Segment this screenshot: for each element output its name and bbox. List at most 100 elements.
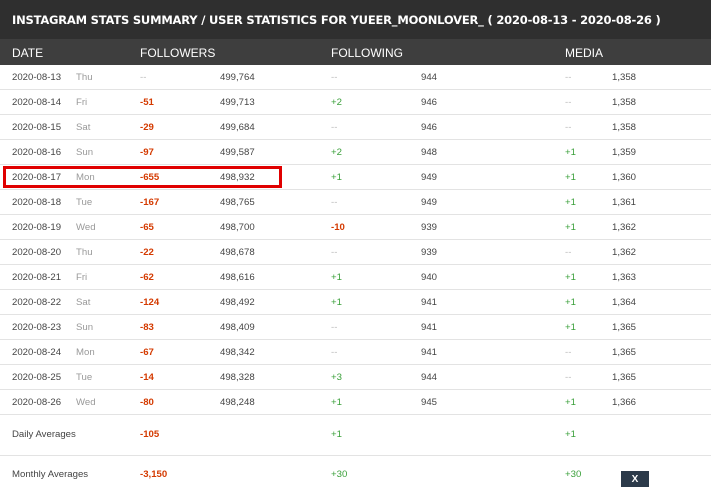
row-following-change: -10 xyxy=(331,222,345,233)
daily-media-average: +1 xyxy=(565,429,576,440)
table-row: 2020-08-15 Sat -29 499,684 -- 946 -- 1,358 xyxy=(0,115,711,140)
table-row: 2020-08-22 Sat -124 498,492 +1 941 +1 1,364 xyxy=(0,290,711,315)
monthly-averages-row: Monthly Averages -3,150 +30 +30 xyxy=(0,456,711,497)
row-followers-total: 499,713 xyxy=(220,97,255,108)
table-row: 2020-08-13 Thu -- 499,764 -- 944 -- 1,358 xyxy=(0,65,711,90)
row-media-total: 1,365 xyxy=(612,372,637,383)
stats-table-body: 2020-08-13 Thu -- 499,764 -- 944 -- 1,358 2020-0… xyxy=(0,65,711,415)
row-followers-change: -97 xyxy=(140,147,154,158)
row-following-change: +3 xyxy=(331,372,342,383)
monthly-media-average: +30 xyxy=(565,469,582,480)
row-date: 2020-08-15 xyxy=(12,122,62,133)
row-followers-total: 498,342 xyxy=(220,347,255,358)
row-media-change: +1 xyxy=(565,147,576,158)
row-media-change: +1 xyxy=(565,272,576,283)
table-row: 2020-08-21 Fri -62 498,616 +1 940 +1 1,363 xyxy=(0,265,711,290)
row-followers-total: 499,764 xyxy=(220,72,255,83)
row-date: 2020-08-23 xyxy=(12,322,62,333)
row-following-change: +1 xyxy=(331,397,342,408)
row-followers-total: 498,765 xyxy=(220,197,255,208)
table-row: 2020-08-26 Wed -80 498,248 +1 945 +1 1,366 xyxy=(0,390,711,415)
row-following-total: 948 xyxy=(421,147,438,158)
row-following-total: 949 xyxy=(421,197,438,208)
row-followers-change: -83 xyxy=(140,322,154,333)
row-day: Mon xyxy=(76,347,95,358)
column-header-following: FOLLOWING xyxy=(331,46,404,60)
row-date: 2020-08-25 xyxy=(12,372,62,383)
table-row: 2020-08-20 Thu -22 498,678 -- 939 -- 1,362 xyxy=(0,240,711,265)
row-following-change: +2 xyxy=(331,97,342,108)
row-media-change: +1 xyxy=(565,222,576,233)
row-date: 2020-08-24 xyxy=(12,347,62,358)
row-media-change: +1 xyxy=(565,172,576,183)
column-header-followers: FOLLOWERS xyxy=(140,46,216,60)
row-followers-total: 498,409 xyxy=(220,322,255,333)
row-day: Thu xyxy=(76,72,93,83)
row-followers-change: -124 xyxy=(140,297,160,308)
row-date: 2020-08-21 xyxy=(12,272,62,283)
row-following-total: 944 xyxy=(421,72,438,83)
page-title: INSTAGRAM STATS SUMMARY / USER STATISTIC… xyxy=(0,0,711,39)
row-day: Sun xyxy=(76,322,94,333)
table-row: 2020-08-18 Tue -167 498,765 -- 949 +1 1,361 xyxy=(0,190,711,215)
row-followers-total: 499,684 xyxy=(220,122,255,133)
close-button-label: X xyxy=(631,473,639,485)
row-followers-total: 498,248 xyxy=(220,397,255,408)
table-row: 2020-08-14 Fri -51 499,713 +2 946 -- 1,358 xyxy=(0,90,711,115)
row-following-total: 945 xyxy=(421,397,438,408)
row-media-change: +1 xyxy=(565,197,576,208)
row-day: Wed xyxy=(76,222,96,233)
row-following-total: 940 xyxy=(421,272,438,283)
row-media-change: -- xyxy=(565,372,572,383)
row-following-change: -- xyxy=(331,322,338,333)
row-followers-change: -62 xyxy=(140,272,154,283)
close-button[interactable]: X xyxy=(621,471,649,487)
row-date: 2020-08-17 xyxy=(12,172,62,183)
row-followers-change: -51 xyxy=(140,97,154,108)
row-media-total: 1,365 xyxy=(612,347,637,358)
row-followers-change: -80 xyxy=(140,397,154,408)
row-followers-change: -167 xyxy=(140,197,160,208)
row-followers-change: -22 xyxy=(140,247,154,258)
row-media-total: 1,358 xyxy=(612,122,637,133)
row-following-change: -- xyxy=(331,122,338,133)
table-row: 2020-08-24 Mon -67 498,342 -- 941 -- 1,365 xyxy=(0,340,711,365)
row-following-total: 949 xyxy=(421,172,438,183)
table-row: 2020-08-25 Tue -14 498,328 +3 944 -- 1,365 xyxy=(0,365,711,390)
row-date: 2020-08-19 xyxy=(12,222,62,233)
row-media-total: 1,364 xyxy=(612,297,637,308)
row-following-total: 944 xyxy=(421,372,438,383)
table-header: DATE FOLLOWERS FOLLOWING MEDIA xyxy=(0,39,711,65)
row-following-total: 939 xyxy=(421,247,438,258)
row-following-change: -- xyxy=(331,72,338,83)
row-date: 2020-08-26 xyxy=(12,397,62,408)
row-followers-total: 498,700 xyxy=(220,222,255,233)
row-following-total: 941 xyxy=(421,322,438,333)
daily-followers-average: -105 xyxy=(140,429,160,440)
row-day: Thu xyxy=(76,247,93,258)
table-row: 2020-08-16 Sun -97 499,587 +2 948 +1 1,359 xyxy=(0,140,711,165)
monthly-followers-average: -3,150 xyxy=(140,469,168,480)
row-following-total: 946 xyxy=(421,97,438,108)
row-followers-change: -655 xyxy=(140,172,160,183)
daily-averages-label: Daily Averages xyxy=(12,429,76,440)
row-media-change: -- xyxy=(565,247,572,258)
row-following-change: +1 xyxy=(331,272,342,283)
row-media-total: 1,363 xyxy=(612,272,637,283)
row-followers-total: 498,678 xyxy=(220,247,255,258)
row-media-change: +1 xyxy=(565,397,576,408)
row-day: Tue xyxy=(76,197,93,208)
row-followers-change: -67 xyxy=(140,347,154,358)
row-day: Fri xyxy=(76,97,88,108)
row-following-change: -- xyxy=(331,247,338,258)
row-followers-total: 498,328 xyxy=(220,372,255,383)
row-date: 2020-08-14 xyxy=(12,97,62,108)
row-date: 2020-08-18 xyxy=(12,197,62,208)
row-following-total: 946 xyxy=(421,122,438,133)
row-media-total: 1,362 xyxy=(612,247,637,258)
row-followers-total: 498,616 xyxy=(220,272,255,283)
row-date: 2020-08-20 xyxy=(12,247,62,258)
row-date: 2020-08-16 xyxy=(12,147,62,158)
monthly-following-average: +30 xyxy=(331,469,348,480)
row-media-total: 1,362 xyxy=(612,222,637,233)
